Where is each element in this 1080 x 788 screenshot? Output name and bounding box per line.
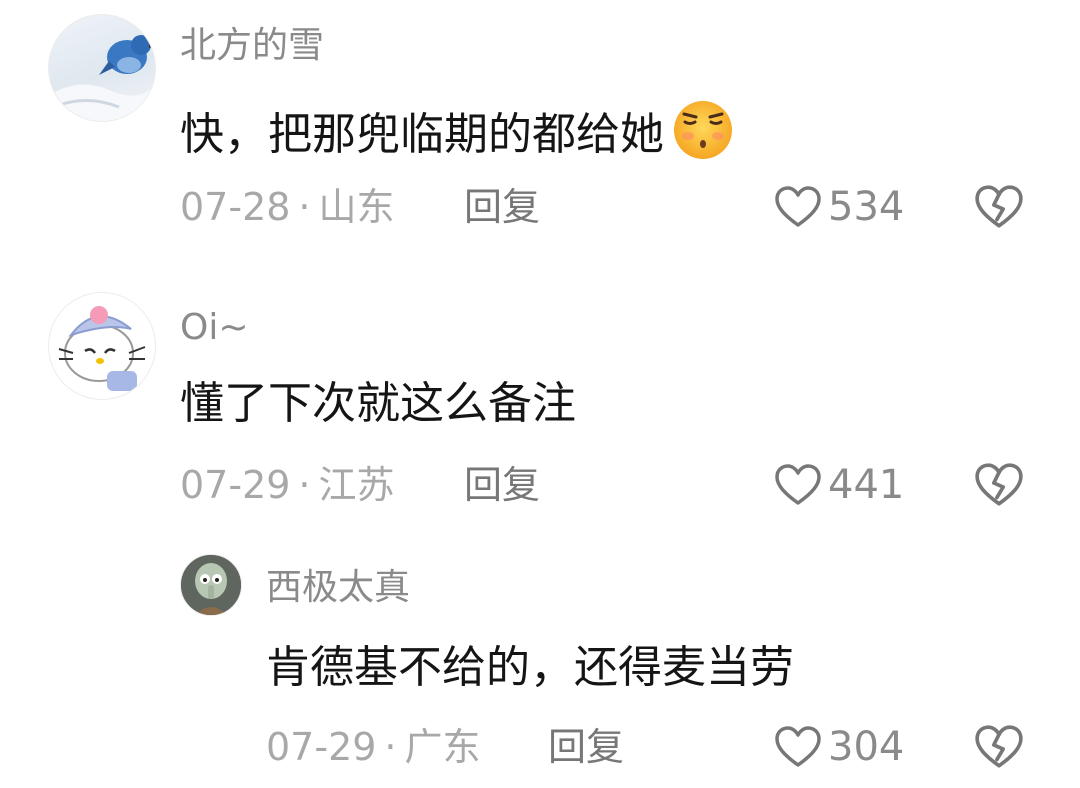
face-with-raised-eyebrow-emoji-icon — [668, 96, 738, 174]
heart-icon — [775, 186, 821, 227]
squidward-icon — [181, 555, 241, 615]
avatar[interactable] — [180, 554, 242, 616]
like-count: 441 — [828, 462, 905, 508]
comment-location: 江苏 — [318, 463, 395, 507]
reply-button[interactable]: 回复 — [548, 724, 624, 770]
comment-location: 山东 — [318, 185, 395, 229]
comment-text: 懂了下次就这么备注 — [180, 376, 576, 432]
comment-meta: 07-29 · 江苏 — [180, 462, 395, 508]
comment-text-content: 肯德基不给的，还得麦当劳 — [266, 642, 794, 693]
comment-text: 快，把那兜临期的都给她 — [180, 96, 738, 174]
like-count: 304 — [828, 724, 905, 770]
comment-text-content: 懂了下次就这么备注 — [180, 378, 576, 429]
reply-button[interactable]: 回复 — [464, 184, 540, 230]
broken-heart-icon — [975, 725, 1023, 768]
meta-separator: · — [298, 185, 311, 229]
avatar[interactable] — [48, 14, 156, 122]
comment-date: 07-29 — [266, 725, 377, 769]
comment-text: 肯德基不给的，还得麦当劳 — [266, 640, 794, 696]
comment-item: Oi~ 懂了下次就这么备注 07-29 · 江苏 回复 441 — [0, 270, 1080, 540]
username[interactable]: 西极太真 — [266, 566, 410, 610]
bluebird-icon — [49, 35, 155, 121]
like-button[interactable]: 534 — [774, 184, 904, 230]
heart-icon — [775, 464, 821, 505]
reply-button[interactable]: 回复 — [464, 462, 540, 508]
like-button[interactable]: 441 — [774, 462, 904, 508]
broken-heart-icon — [975, 463, 1023, 506]
comment-meta: 07-28 · 山东 — [180, 184, 395, 230]
like-button[interactable]: 304 — [774, 724, 904, 770]
comment-date: 07-29 — [180, 463, 291, 507]
dislike-button[interactable] — [974, 184, 1024, 234]
broken-heart-icon — [975, 185, 1023, 228]
comment-date: 07-28 — [180, 185, 291, 229]
meta-separator: · — [298, 463, 311, 507]
comment-meta: 07-29 · 广东 — [266, 724, 481, 770]
dislike-button[interactable] — [974, 462, 1024, 512]
comment-item: 北方的雪 快，把那兜临期的都给她 07-28 · 山东 回复 534 — [0, 0, 1080, 270]
avatar[interactable] — [48, 292, 156, 400]
reply-comment-item: 西极太真 肯德基不给的，还得麦当劳 07-29 · 广东 回复 304 — [0, 540, 1080, 788]
comment-text-content: 快，把那兜临期的都给她 — [180, 109, 664, 160]
username[interactable]: 北方的雪 — [180, 24, 324, 68]
like-count: 534 — [828, 184, 905, 230]
dislike-button[interactable] — [974, 724, 1024, 774]
username[interactable]: Oi~ — [180, 306, 249, 350]
heart-icon — [775, 726, 821, 767]
hello-kitty-icon — [58, 306, 146, 391]
comment-location: 广东 — [404, 725, 481, 769]
meta-separator: · — [384, 725, 397, 769]
